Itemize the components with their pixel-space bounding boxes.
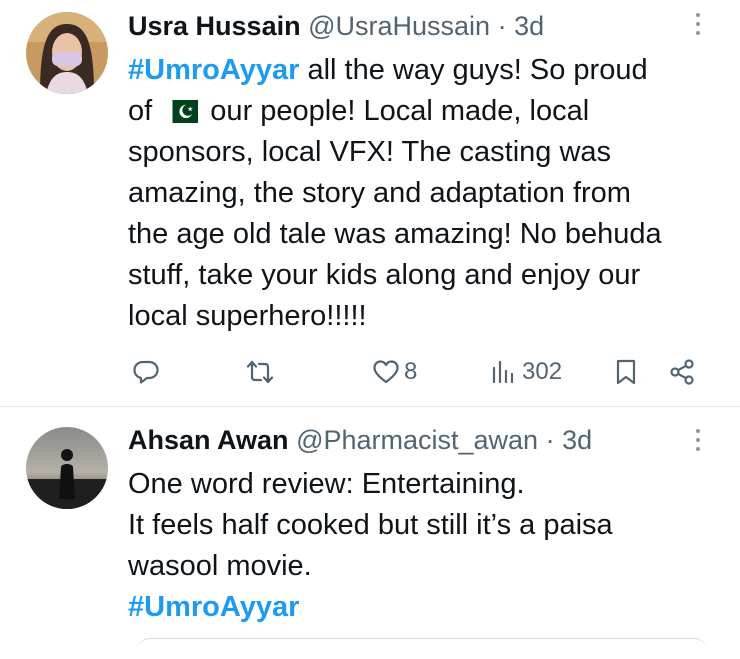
more-options-icon[interactable]	[693, 13, 703, 43]
pakistan-flag-icon	[164, 100, 199, 123]
bookmark-button[interactable]	[612, 352, 640, 392]
share-button[interactable]	[668, 352, 696, 392]
hashtag-link[interactable]: #UmroAyyar	[128, 54, 299, 86]
views-icon	[492, 360, 514, 384]
author-name[interactable]: Usra Hussain	[128, 11, 301, 41]
views-count: 302	[522, 358, 563, 385]
retweet-icon	[246, 360, 274, 384]
reply-button[interactable]	[132, 352, 160, 392]
tweet-line: sponsors, local VFX! The casting was	[128, 136, 612, 168]
more-options-icon[interactable]	[693, 429, 703, 459]
tweet-line: the age old tale was amazing! No behuda	[128, 218, 662, 250]
bookmark-icon	[616, 359, 636, 385]
tweet-text-segment: of	[128, 95, 161, 127]
tweet-divider	[0, 406, 740, 407]
tweet-line: stuff, take your kids along and enjoy ou…	[128, 259, 641, 291]
views-button[interactable]: 302	[490, 352, 562, 392]
author-handle[interactable]: @UsraHussain	[308, 11, 490, 41]
reply-icon	[133, 360, 159, 384]
quoted-card-edge[interactable]	[136, 638, 708, 659]
heart-icon	[373, 360, 399, 384]
retweet-button[interactable]	[246, 352, 274, 392]
avatar[interactable]	[26, 427, 108, 509]
tweet-line: #UmroAyyar	[128, 587, 718, 628]
tweet-line: local superhero!!!!!	[128, 300, 367, 332]
tweet-header: Usra Hussain @UsraHussain · 3d	[128, 9, 544, 43]
tweet-line: of our people! Local made, local	[128, 91, 718, 132]
separator: ·	[497, 11, 507, 41]
timestamp[interactable]: 3d	[514, 11, 544, 41]
tweet-line: amazing, the story and adaptation from	[128, 177, 631, 209]
author-handle[interactable]: @Pharmacist_awan	[296, 425, 538, 455]
tweet-text-segment: all the way guys! So proud	[299, 54, 648, 86]
avatar[interactable]	[26, 12, 108, 94]
tweet-header: Ahsan Awan @Pharmacist_awan · 3d	[128, 423, 592, 457]
tweet-line: wasool movie.	[128, 550, 312, 582]
tweet-line: One word review: Entertaining.	[128, 468, 525, 500]
tweet-text-segment: our people! Local made, local	[202, 95, 590, 127]
tweet-line: #UmroAyyar all the way guys! So proud	[128, 50, 718, 91]
tweet-ahsan-awan[interactable]: Ahsan Awan @Pharmacist_awan · 3d One wor…	[0, 409, 740, 645]
tweet-line: It feels half cooked but still it’s a pa…	[128, 509, 613, 541]
like-count: 8	[404, 358, 418, 385]
timestamp[interactable]: 3d	[562, 425, 592, 455]
tweet-actions: 8 302	[128, 352, 708, 392]
share-icon	[670, 359, 694, 385]
tweet-text: #UmroAyyar all the way guys! So proud of…	[128, 50, 718, 337]
like-button[interactable]: 8	[372, 352, 417, 392]
tweet-text: One word review: Entertaining. It feels …	[128, 464, 718, 628]
author-name[interactable]: Ahsan Awan	[128, 425, 289, 455]
separator: ·	[545, 425, 555, 455]
hashtag-link[interactable]: #UmroAyyar	[128, 591, 299, 623]
tweet-usra-hussain[interactable]: Usra Hussain @UsraHussain · 3d #UmroAyya…	[0, 0, 740, 406]
